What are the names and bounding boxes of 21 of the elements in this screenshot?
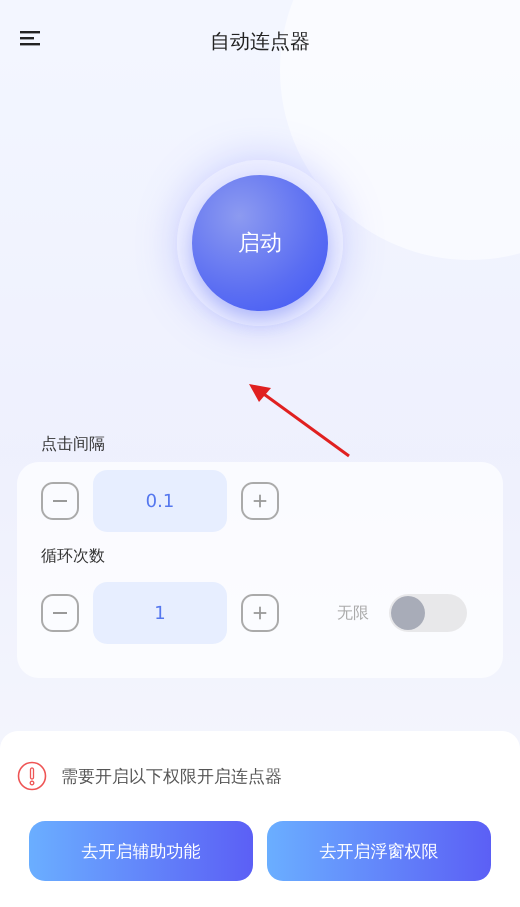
start-button[interactable]: 启动 [192, 175, 328, 311]
toggle-label: 无限 [337, 602, 369, 624]
permission-button[interactable]: 去开启辅助功能 [29, 821, 253, 881]
minus-icon [52, 612, 68, 614]
menu-icon[interactable] [20, 30, 40, 46]
page-title: 自动连点器 [210, 28, 310, 54]
plus-button[interactable] [241, 482, 279, 520]
permission-button[interactable]: 去开启浮窗权限 [267, 821, 491, 881]
infinite-toggle[interactable] [389, 594, 467, 632]
setting-label: 循环次数 [41, 546, 106, 567]
value-field[interactable]: 0.1 [93, 470, 227, 532]
minus-button[interactable] [41, 482, 79, 520]
minus-button[interactable] [41, 594, 79, 632]
setting-label: 点击间隔 [41, 434, 106, 455]
permission-notice: 需要开启以下权限开启连点器 [61, 766, 282, 788]
plus-button[interactable] [241, 594, 279, 632]
warning-icon [17, 761, 47, 791]
value-field[interactable]: 1 [93, 582, 227, 644]
plus-icon [251, 492, 269, 510]
minus-icon [52, 500, 68, 502]
plus-icon [251, 604, 269, 622]
